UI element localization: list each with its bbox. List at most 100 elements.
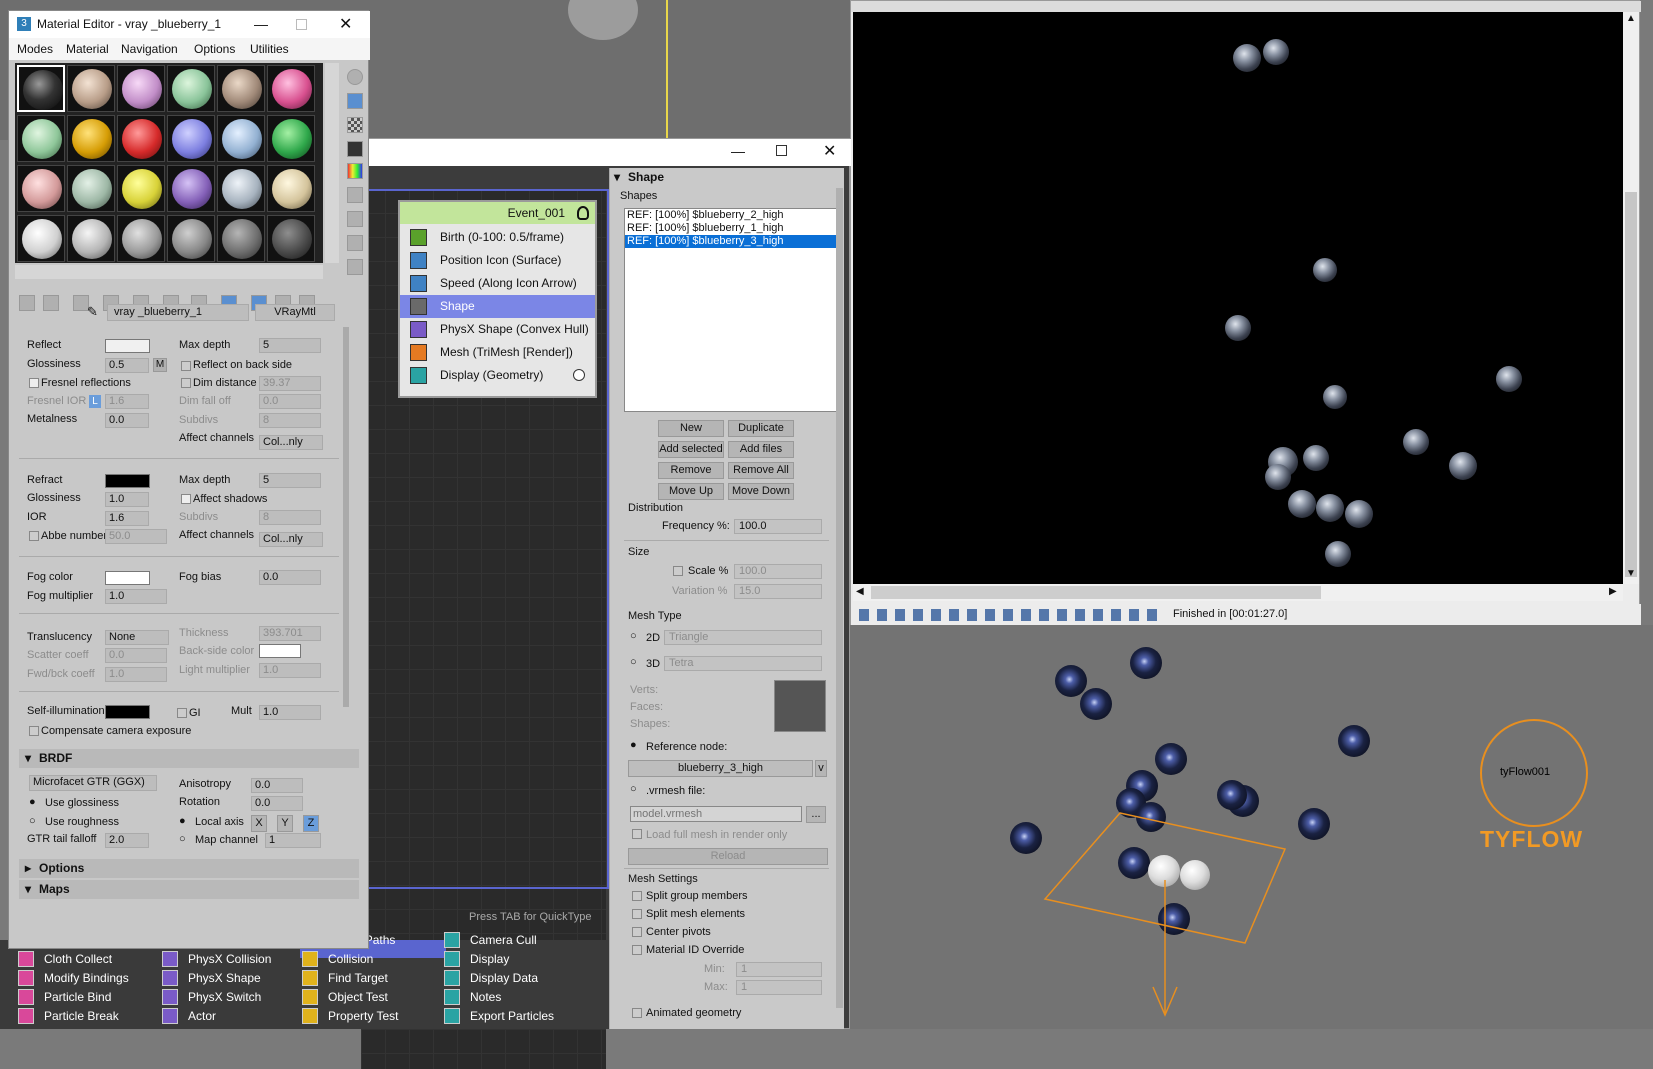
palette-operator[interactable]: PhysX Shape: [158, 968, 261, 988]
gtr-tail-spinner[interactable]: 2.0: [105, 833, 149, 848]
palette-operator[interactable]: Collision: [298, 949, 373, 969]
palette-operator[interactable]: Export Particles: [440, 1006, 554, 1026]
reload-button[interactable]: Reload: [628, 848, 828, 865]
eyedropper-icon[interactable]: ✎: [87, 304, 98, 320]
brdf-rollout-header[interactable]: ▾ BRDF: [19, 749, 359, 768]
sample-slot[interactable]: [217, 115, 265, 162]
render-horizontal-scrollbar[interactable]: ◀ ▶: [853, 584, 1623, 601]
backlight-icon[interactable]: [347, 93, 363, 109]
palette-operator[interactable]: Camera Cull: [440, 930, 537, 950]
refract-color-swatch[interactable]: [105, 474, 150, 488]
split-mesh-checkbox[interactable]: [632, 909, 642, 919]
palette-operator[interactable]: PhysX Collision: [158, 949, 271, 969]
params-scrollbar[interactable]: [343, 327, 349, 707]
operator-item[interactable]: Speed (Along Icon Arrow): [400, 272, 595, 295]
menu-navigation[interactable]: Navigation: [121, 42, 178, 56]
radio-3d-icon[interactable]: ○: [630, 656, 637, 668]
move-up-button[interactable]: Move Up: [658, 483, 724, 500]
sample-slot[interactable]: [267, 215, 315, 262]
sample-slot[interactable]: [67, 115, 115, 162]
palette-operator[interactable]: Find Target: [298, 968, 388, 988]
palette-operator[interactable]: Notes: [440, 987, 501, 1007]
radio-use-roughness-icon[interactable]: ○: [29, 815, 36, 827]
sample-slot[interactable]: [17, 65, 65, 112]
fog-color-swatch[interactable]: [105, 571, 150, 585]
metalness-spinner[interactable]: 0.0: [105, 413, 149, 428]
radio-map-channel-icon[interactable]: ○: [179, 833, 186, 845]
sample-slot[interactable]: [67, 165, 115, 212]
sample-slot[interactable]: [217, 65, 265, 112]
duplicate-shape-button[interactable]: Duplicate: [728, 420, 794, 437]
operator-item[interactable]: Birth (0-100: 0.5/frame): [400, 226, 595, 249]
thickness-spinner[interactable]: 393.701: [259, 626, 321, 641]
sample-slot[interactable]: [167, 215, 215, 262]
remove-all-button[interactable]: Remove All: [728, 462, 794, 479]
compensate-checkbox[interactable]: [29, 726, 39, 736]
palette-operator[interactable]: PhysX Switch: [158, 987, 261, 1007]
menu-utilities[interactable]: Utilities: [250, 42, 289, 56]
fresnel-ior-spinner[interactable]: 1.6: [105, 394, 149, 409]
sample-slot[interactable]: [267, 115, 315, 162]
fresnel-checkbox[interactable]: [29, 378, 39, 388]
affect-shadows-checkbox[interactable]: [181, 494, 191, 504]
max-spinner[interactable]: 1: [736, 980, 822, 995]
reflect-affect-channels-dropdown[interactable]: Col...nly: [259, 435, 323, 450]
sample-slot[interactable]: [67, 65, 115, 112]
emitter-icon-gizmo[interactable]: [1035, 805, 1295, 1025]
sample-slot[interactable]: [17, 165, 65, 212]
variation-spinner[interactable]: 15.0: [734, 584, 822, 599]
frequency-spinner[interactable]: 100.0: [734, 519, 822, 534]
new-shape-button[interactable]: New: [658, 420, 724, 437]
scroll-left-icon[interactable]: ◀: [856, 586, 864, 597]
palette-operator[interactable]: Display Data: [440, 968, 538, 988]
radio-2d-icon[interactable]: ○: [630, 630, 637, 642]
panel-scrollbar[interactable]: [836, 188, 843, 1008]
mesh-2d-dropdown[interactable]: Triangle: [664, 630, 822, 645]
minimize-icon[interactable]: —: [254, 11, 268, 38]
reference-node-dropdown[interactable]: v: [815, 760, 827, 777]
options-icon[interactable]: [347, 211, 363, 227]
event-header[interactable]: Event_001: [400, 202, 595, 224]
sample-uv-icon[interactable]: [347, 141, 363, 157]
render-status-icons[interactable]: [859, 609, 1159, 621]
split-group-checkbox[interactable]: [632, 891, 642, 901]
add-selected-button[interactable]: Add selected: [658, 441, 724, 458]
render-vertical-scrollbar[interactable]: ▲ ▼: [1623, 12, 1639, 584]
close-icon[interactable]: ✕: [823, 141, 836, 161]
radio-vrmesh-icon[interactable]: ○: [630, 783, 637, 795]
fwd-coeff-spinner[interactable]: 1.0: [105, 667, 167, 682]
shape-list-item[interactable]: REF: [100%] $blueberry_2_high: [625, 209, 837, 222]
scale-spinner[interactable]: 100.0: [734, 564, 822, 579]
viewcube[interactable]: [568, 0, 638, 40]
move-down-button[interactable]: Move Down: [728, 483, 794, 500]
sample-slot[interactable]: [167, 65, 215, 112]
operator-item[interactable]: Position Icon (Surface): [400, 249, 595, 272]
lightbulb-icon[interactable]: [577, 206, 589, 220]
palette-operator[interactable]: Particle Bind: [14, 987, 111, 1007]
animated-geometry-checkbox[interactable]: [632, 1008, 642, 1018]
mesh-3d-dropdown[interactable]: Tetra: [664, 656, 822, 671]
render-horizontal-thumb[interactable]: [871, 586, 1321, 599]
sample-slot[interactable]: [217, 215, 265, 262]
abbe-spinner[interactable]: 50.0: [105, 529, 167, 544]
fog-multiplier-spinner[interactable]: 1.0: [105, 589, 167, 604]
axis-y-button[interactable]: Y: [277, 815, 293, 832]
refract-affect-channels-dropdown[interactable]: Col...nly: [259, 532, 323, 547]
mult-spinner[interactable]: 1.0: [259, 705, 321, 720]
radio-local-axis-icon[interactable]: ●: [179, 815, 186, 827]
material-type-button[interactable]: VRayMtl: [255, 304, 335, 321]
reflect-glossiness-map-button[interactable]: M: [153, 358, 167, 372]
dim-distance-spinner[interactable]: 39.37: [259, 376, 321, 391]
scale-checkbox[interactable]: [673, 566, 683, 576]
load-full-checkbox[interactable]: [632, 829, 642, 839]
scatter-spinner[interactable]: 0.0: [105, 648, 167, 663]
axis-x-button[interactable]: X: [251, 815, 267, 832]
operator-item[interactable]: PhysX Shape (Convex Hull): [400, 318, 595, 341]
palette-operator[interactable]: Property Test: [298, 1006, 398, 1026]
minimize-icon[interactable]: —: [731, 143, 745, 159]
reference-node-button[interactable]: blueberry_3_high: [628, 760, 813, 777]
map-channel-spinner[interactable]: 1: [265, 833, 321, 848]
palette-operator[interactable]: Modify Bindings: [14, 968, 129, 988]
sample-slot[interactable]: [117, 115, 165, 162]
remove-button[interactable]: Remove: [658, 462, 724, 479]
